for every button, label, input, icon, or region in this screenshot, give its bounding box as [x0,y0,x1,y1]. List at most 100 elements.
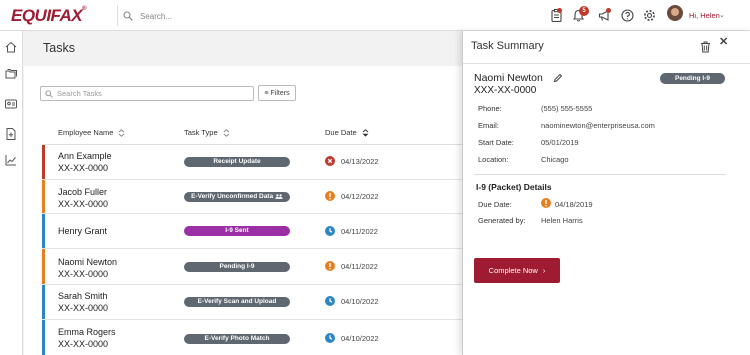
sort-icon [119,128,125,137]
search-placeholder: Search... [140,11,173,21]
warning-exclamation-icon [541,198,551,208]
id-card-icon[interactable] [4,97,18,111]
due-date: 04/10/2022 [341,297,379,306]
summary-ssn: XXX-XX-0000 [474,85,537,96]
employee-ssn: XX-XX-0000 [58,303,109,313]
phone-label: Phone: [478,104,502,113]
search-icon [45,89,53,98]
location-label: Location: [478,155,509,164]
divider [117,5,118,26]
clock-icon [325,296,335,306]
employee-ssn: XX-XX-0000 [58,163,109,173]
row-status-stripe [42,180,45,213]
document-add-icon[interactable] [4,127,18,141]
home-icon[interactable] [4,40,18,54]
i9-details-heading: I-9 (Packet) Details [476,182,552,192]
email-value: naominewton@enterpriseusa.com [541,121,655,130]
phone-value: (555) 555-5555 [541,104,593,113]
row-status-stripe [42,249,45,284]
panel-divider [463,63,750,64]
clock-icon [325,226,335,236]
row-status-stripe [42,145,45,179]
section-divider [474,174,726,175]
row-status-stripe [42,285,45,319]
task-search-input[interactable]: Search Tasks [40,86,254,101]
employee-ssn: XX-XX-0000 [58,339,109,349]
task-type-pill: Receipt Update [184,157,290,167]
summary-employee-name: Naomi Newton [474,72,543,84]
folders-icon[interactable] [4,67,18,81]
employee-name: Naomi Newton [58,257,118,267]
filter-icon: ≡ [264,89,269,97]
status-badge: Pending I-9 [660,73,725,84]
task-type-pill: Pending I-9 [184,262,290,272]
due-date: 04/11/2022 [341,227,378,236]
top-bar: EQUIFAX® Search... 5 Hi, Helen ⌄ [0,0,750,31]
due-date: 04/10/2022 [341,334,379,343]
table-row[interactable]: Henry Grant I-9 Sent 04/11/2022 [42,214,462,249]
due-date: 04/13/2022 [341,157,379,166]
employee-name: Ann Example [58,151,112,161]
row-status-stripe [42,214,45,248]
gear-icon[interactable] [642,8,657,23]
chevron-down-icon[interactable]: ⌄ [719,11,725,19]
column-header-due-date[interactable]: Due Date [325,128,369,137]
employee-name: Sarah Smith [58,291,108,301]
task-type-pill: E-Verify Unconfirmed Data [184,192,290,202]
table-row[interactable]: Emma Rogers XX-XX-0000 E-Verify Photo Ma… [42,320,462,355]
due-date-value: 04/18/2019 [555,200,593,209]
overdue-x-icon [325,156,335,166]
trash-icon[interactable] [700,41,711,53]
left-nav [0,31,23,355]
equifax-logo[interactable]: EQUIFAX® [11,6,87,26]
employee-name: Henry Grant [58,226,108,236]
clipboard-alert-dot [557,8,562,13]
table-row[interactable]: Sarah Smith XX-XX-0000 E-Verify Scan and… [42,285,462,320]
start-date-label: Start Date: [478,138,514,147]
task-type-pill: I-9 Sent [184,226,290,236]
table-row[interactable]: Naomi Newton XX-XX-0000 Pending I-9 04/1… [42,249,462,285]
employee-ssn: XX-XX-0000 [58,269,109,279]
megaphone-alert-dot [606,8,611,13]
page-title: Tasks [43,41,75,55]
column-header-task-type[interactable]: Task Type [184,128,230,137]
search-icon [123,11,133,21]
task-type-pill: E-Verify Scan and Upload [184,297,290,307]
due-date-label: Due Date: [478,200,512,209]
generated-by-value: Helen Harris [541,216,583,225]
due-date: 04/12/2022 [341,192,379,201]
start-date-value: 05/01/2019 [541,138,579,147]
warning-exclamation-icon [325,191,335,201]
sort-descending-icon [362,128,369,137]
column-header-employee-name[interactable]: Employee Name [58,128,125,137]
employee-name: Emma Rogers [58,327,116,337]
global-search[interactable]: Search... [123,8,323,24]
email-label: Email: [478,121,499,130]
chart-icon[interactable] [4,153,18,167]
user-avatar[interactable] [667,5,683,21]
filters-label: Filters [270,89,290,97]
table-row[interactable]: Jacob Fuller XX-XX-0000 E-Verify Unconfi… [42,180,462,214]
task-search-placeholder: Search Tasks [57,89,102,98]
close-icon[interactable]: ✕ [719,35,728,48]
table-row[interactable]: Ann Example XX-XX-0000 Receipt Update 04… [42,145,462,180]
filters-button[interactable]: ≡ Filters [258,85,296,101]
user-greeting[interactable]: Hi, Helen [689,11,720,20]
sort-icon [223,128,229,137]
complete-now-button[interactable]: Complete Now › [474,258,560,283]
help-icon[interactable] [620,8,635,23]
people-icon [275,194,283,199]
complete-now-label: Complete Now [488,266,538,275]
panel-title: Task Summary [471,40,544,52]
location-value: Chicago [541,155,569,164]
chevron-right-icon: › [542,266,546,275]
warning-exclamation-icon [325,261,335,271]
employee-ssn: XX-XX-0000 [58,199,109,209]
pencil-icon[interactable] [553,73,563,83]
clock-icon [325,333,335,343]
notification-count-badge: 5 [579,6,589,16]
due-date: 04/11/2022 [341,262,378,271]
row-status-stripe [42,320,45,355]
employee-name: Jacob Fuller [58,187,108,197]
generated-by-label: Generated by: [478,216,526,225]
